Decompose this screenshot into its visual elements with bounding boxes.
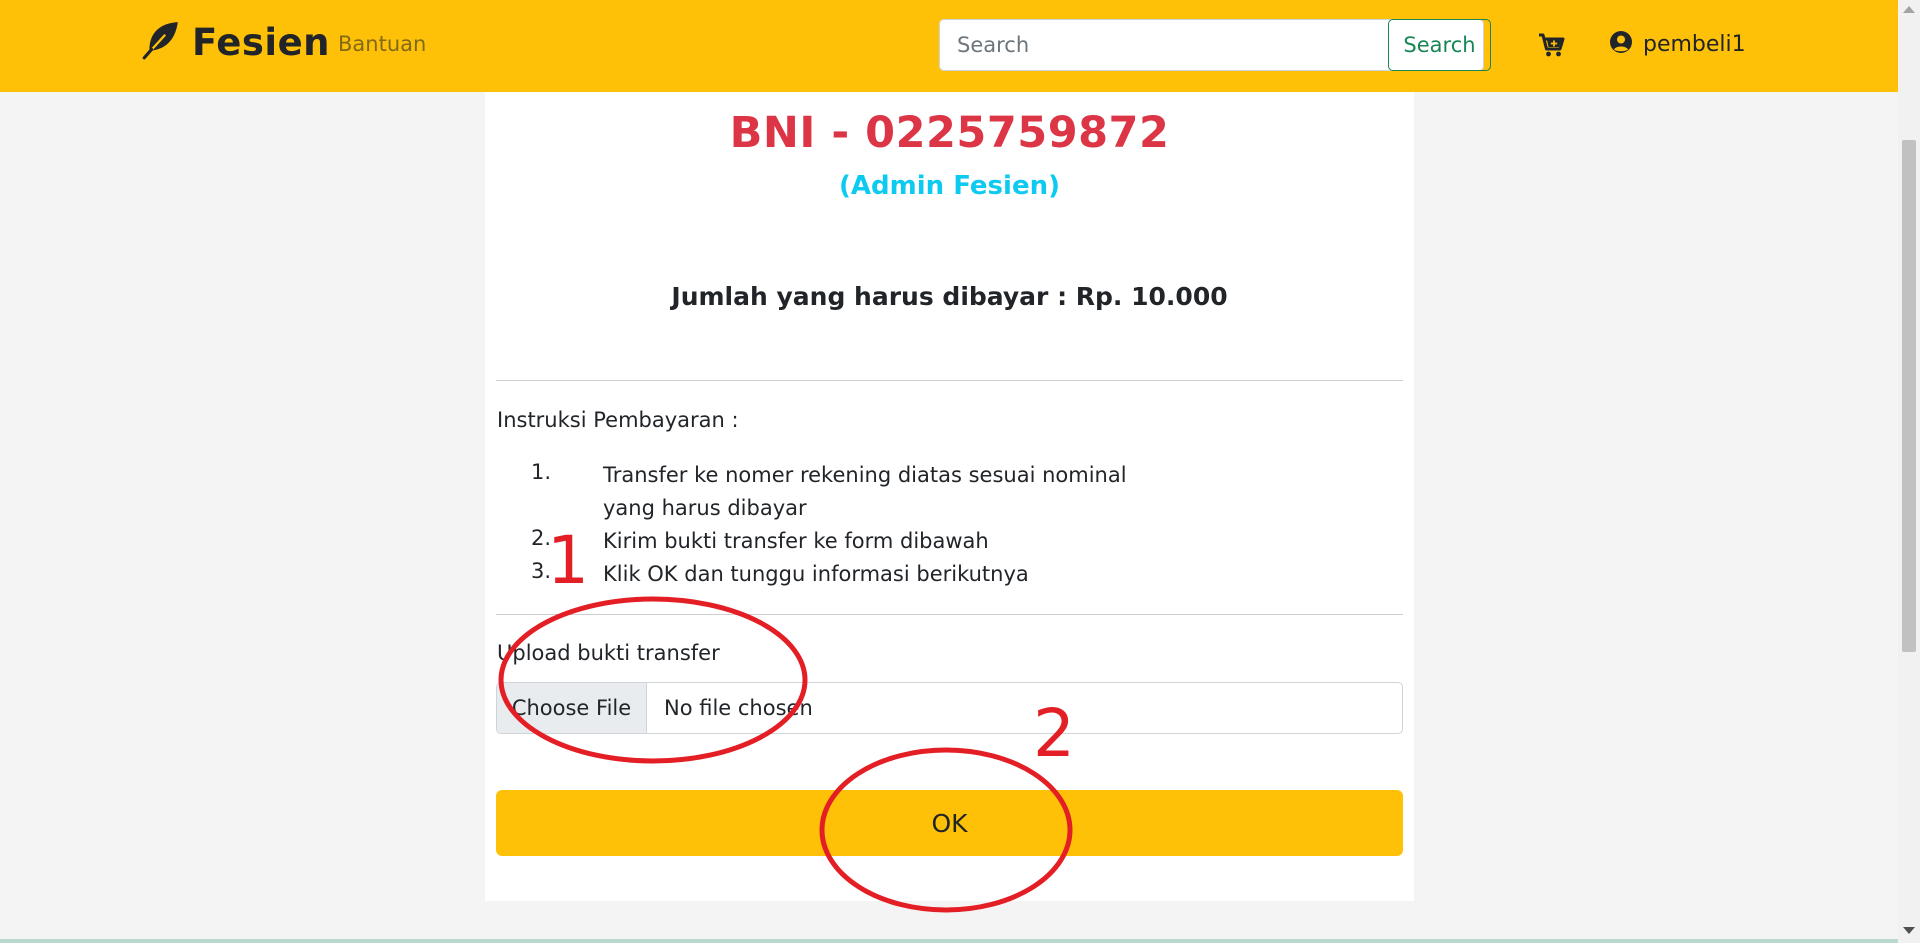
step-number: 2.: [531, 526, 552, 550]
nav-link-bantuan[interactable]: Bantuan: [338, 32, 426, 56]
choose-file-button[interactable]: Choose File: [497, 683, 647, 733]
divider: [496, 614, 1403, 615]
scroll-up-arrow-icon[interactable]: [1903, 6, 1915, 13]
username: pembeli1: [1643, 31, 1746, 57]
user-menu[interactable]: pembeli1: [1609, 30, 1746, 58]
divider: [496, 380, 1403, 381]
brand-name: Fesien: [192, 20, 331, 64]
feather-icon: [140, 19, 182, 65]
scrollbar-thumb[interactable]: [1902, 140, 1916, 652]
upload-label: Upload bukti transfer: [497, 641, 720, 665]
account-owner: (Admin Fesien): [839, 171, 1060, 201]
step-number: 1.: [531, 460, 552, 484]
page-bottom-strip: [0, 939, 1898, 943]
step-text: Transfer ke nomer rekening diatas sesuai…: [603, 463, 1127, 520]
file-input[interactable]: Choose File No file chosen: [496, 682, 1403, 734]
instructions-title: Instruksi Pembayaran :: [497, 408, 739, 432]
step-text: Kirim bukti transfer ke form dibawah: [603, 529, 989, 553]
bank-account-number: BNI - 0225759872: [729, 108, 1170, 158]
ok-button[interactable]: OK: [496, 790, 1403, 856]
top-navbar: Fesien Bantuan Search pembeli1: [0, 0, 1898, 92]
file-status: No file chosen: [664, 696, 813, 720]
step-number: 3.: [531, 559, 552, 583]
amount-due: Jumlah yang harus dibayar : Rp. 10.000: [671, 282, 1228, 311]
user-circle-icon: [1609, 30, 1633, 58]
step-text: Klik OK dan tunggu informasi berikutnya: [603, 562, 1029, 586]
search-button[interactable]: Search: [1388, 19, 1491, 71]
vertical-scrollbar[interactable]: [1898, 0, 1920, 943]
scroll-down-arrow-icon[interactable]: [1903, 927, 1915, 934]
cart-icon[interactable]: [1538, 31, 1566, 59]
brand-logo[interactable]: Fesien: [140, 16, 330, 68]
